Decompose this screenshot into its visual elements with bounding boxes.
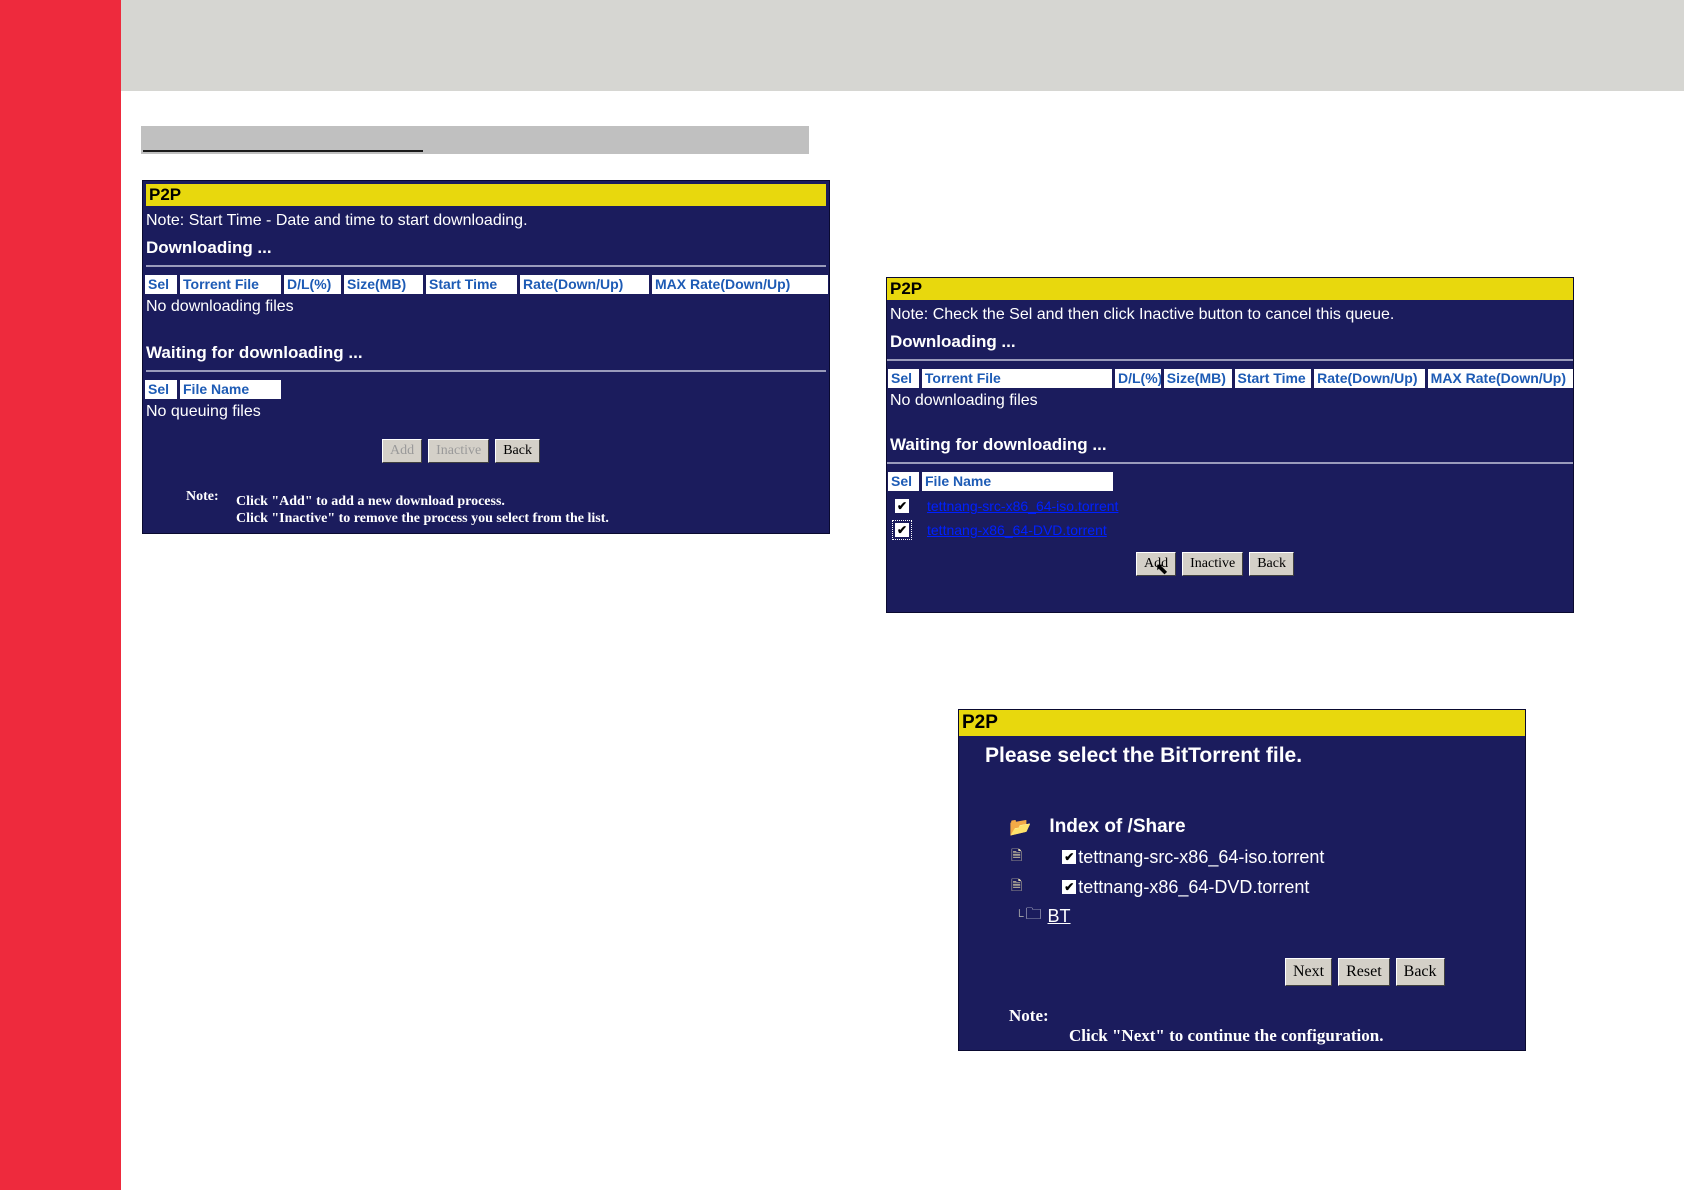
note-inactive: Click "Inactive" to remove the process y… [236, 511, 609, 526]
inactive-button[interactable]: Inactive [428, 439, 490, 463]
no-queuing-text: No queuing files [146, 403, 261, 420]
col-sel: Sel [888, 369, 919, 388]
back-button[interactable]: Back [1249, 552, 1294, 576]
add-button[interactable]: Add [382, 439, 423, 463]
queue-table-header: Sel File Name [887, 472, 1573, 491]
divider [146, 265, 826, 267]
downloading-table-header: Sel Torrent File D/L(%) Size(MB) Start T… [143, 275, 829, 294]
waiting-heading: Waiting for downloading ... [890, 435, 1107, 454]
col-torrent-file: Torrent File [921, 369, 1112, 388]
no-downloading-text: No downloading files [146, 298, 294, 315]
tree-branch-icon: └ [1015, 909, 1024, 923]
no-downloading-text: No downloading files [890, 392, 1038, 409]
index-title: Index of /Share [1049, 816, 1186, 837]
panel-title: P2P [959, 710, 1525, 736]
queue-row: ✔ tettnang-x86_64-DVD.torrent [887, 518, 1573, 542]
note-add: Click "Add" to add a new download proces… [236, 494, 505, 509]
waiting-heading: Waiting for downloading ... [146, 343, 363, 362]
col-start-time: Start Time [426, 275, 517, 294]
queue-select-checkbox[interactable]: ✔ [895, 499, 909, 513]
col-sel: Sel [888, 472, 919, 491]
open-folder-icon: 📂 [1009, 816, 1032, 837]
cancel-queue-note: Note: Check the Sel and then click Inact… [890, 306, 1395, 323]
col-dl-percent: D/L(%) [1115, 369, 1161, 388]
col-file-name: File Name [180, 380, 281, 399]
queue-select-checkbox[interactable]: ✔ [892, 520, 912, 540]
col-size: Size(MB) [344, 275, 423, 294]
queued-torrent-link[interactable]: tettnang-x86_64-DVD.torrent [927, 522, 1107, 538]
start-time-note: Note: Start Time - Date and time to star… [146, 212, 528, 229]
note-next: Click "Next" to continue the configurati… [1069, 1026, 1384, 1045]
col-rate: Rate(Down/Up) [520, 275, 649, 294]
panel-title: P2P [146, 184, 826, 206]
divider [887, 359, 1573, 361]
p2p-panel-queued: P2P Note: Check the Sel and then click I… [886, 277, 1574, 613]
inactive-button[interactable]: Inactive [1182, 552, 1244, 576]
divider [887, 462, 1573, 464]
col-sel: Sel [145, 275, 177, 294]
col-start-time: Start Time [1234, 369, 1312, 388]
top-header-band [121, 0, 1684, 91]
p2p-panel-select-torrent: P2P Please select the BitTorrent file. 📂… [958, 709, 1526, 1051]
reset-button[interactable]: Reset [1338, 958, 1390, 986]
col-torrent-file: Torrent File [180, 275, 281, 294]
next-button[interactable]: Next [1285, 958, 1333, 986]
left-accent-bar [0, 0, 121, 1190]
file-select-checkbox[interactable]: ✔ [1062, 850, 1077, 864]
panel-title: P2P [887, 278, 1573, 300]
torrent-filename[interactable]: tettnang-x86_64-DVD.torrent [1078, 877, 1309, 898]
col-sel: Sel [145, 380, 177, 399]
back-button[interactable]: Back [1395, 958, 1445, 986]
note-label: Note: [1009, 1006, 1049, 1025]
folder-row: └ 🗀 BT [959, 902, 1525, 930]
col-dl-percent: D/L(%) [284, 275, 341, 294]
file-row: 🗎 ✔ tettnang-src-x86_64-iso.torrent [959, 842, 1525, 872]
heading-underline [143, 150, 423, 152]
col-size: Size(MB) [1163, 369, 1232, 388]
select-heading: Please select the BitTorrent file. [985, 744, 1303, 767]
file-icon: 🗎 [1011, 847, 1023, 863]
add-button[interactable]: Add ⬉ [1136, 552, 1177, 578]
downloading-heading: Downloading ... [890, 332, 1016, 351]
folder-icon: 🗀 [1025, 905, 1042, 923]
file-icon: 🗎 [1011, 877, 1023, 893]
queue-table-header: Sel File Name [143, 380, 829, 399]
p2p-panel-empty: P2P Note: Start Time - Date and time to … [142, 180, 830, 534]
note-label: Note: [186, 489, 219, 504]
col-max-rate: MAX Rate(Down/Up) [652, 275, 828, 294]
col-max-rate: MAX Rate(Down/Up) [1427, 369, 1573, 388]
action-buttons: Add ⬉ Inactive Back [857, 552, 1573, 578]
section-heading-bar [141, 126, 809, 154]
downloading-heading: Downloading ... [146, 238, 272, 257]
divider [146, 370, 826, 372]
queue-row: ✔ tettnang-src-x86_64-iso.torrent [887, 494, 1573, 518]
downloading-table-header: Sel Torrent File D/L(%) Size(MB) Start T… [887, 369, 1573, 388]
file-select-checkbox[interactable]: ✔ [1062, 880, 1077, 894]
back-button[interactable]: Back [495, 439, 540, 463]
index-row: 📂 Index of /Share [959, 812, 1525, 842]
bt-folder-link[interactable]: BT [1048, 906, 1071, 927]
file-row: 🗎 ✔ tettnang-x86_64-DVD.torrent [959, 872, 1525, 902]
torrent-filename[interactable]: tettnang-src-x86_64-iso.torrent [1078, 847, 1324, 868]
col-rate: Rate(Down/Up) [1314, 369, 1425, 388]
action-buttons: Add Inactive Back [93, 439, 829, 463]
queued-torrent-link[interactable]: tettnang-src-x86_64-iso.torrent [927, 498, 1118, 514]
mouse-cursor-icon: ⬉ [1155, 561, 1169, 578]
action-buttons: Next Reset Back [959, 958, 1525, 986]
col-file-name: File Name [922, 472, 1113, 491]
